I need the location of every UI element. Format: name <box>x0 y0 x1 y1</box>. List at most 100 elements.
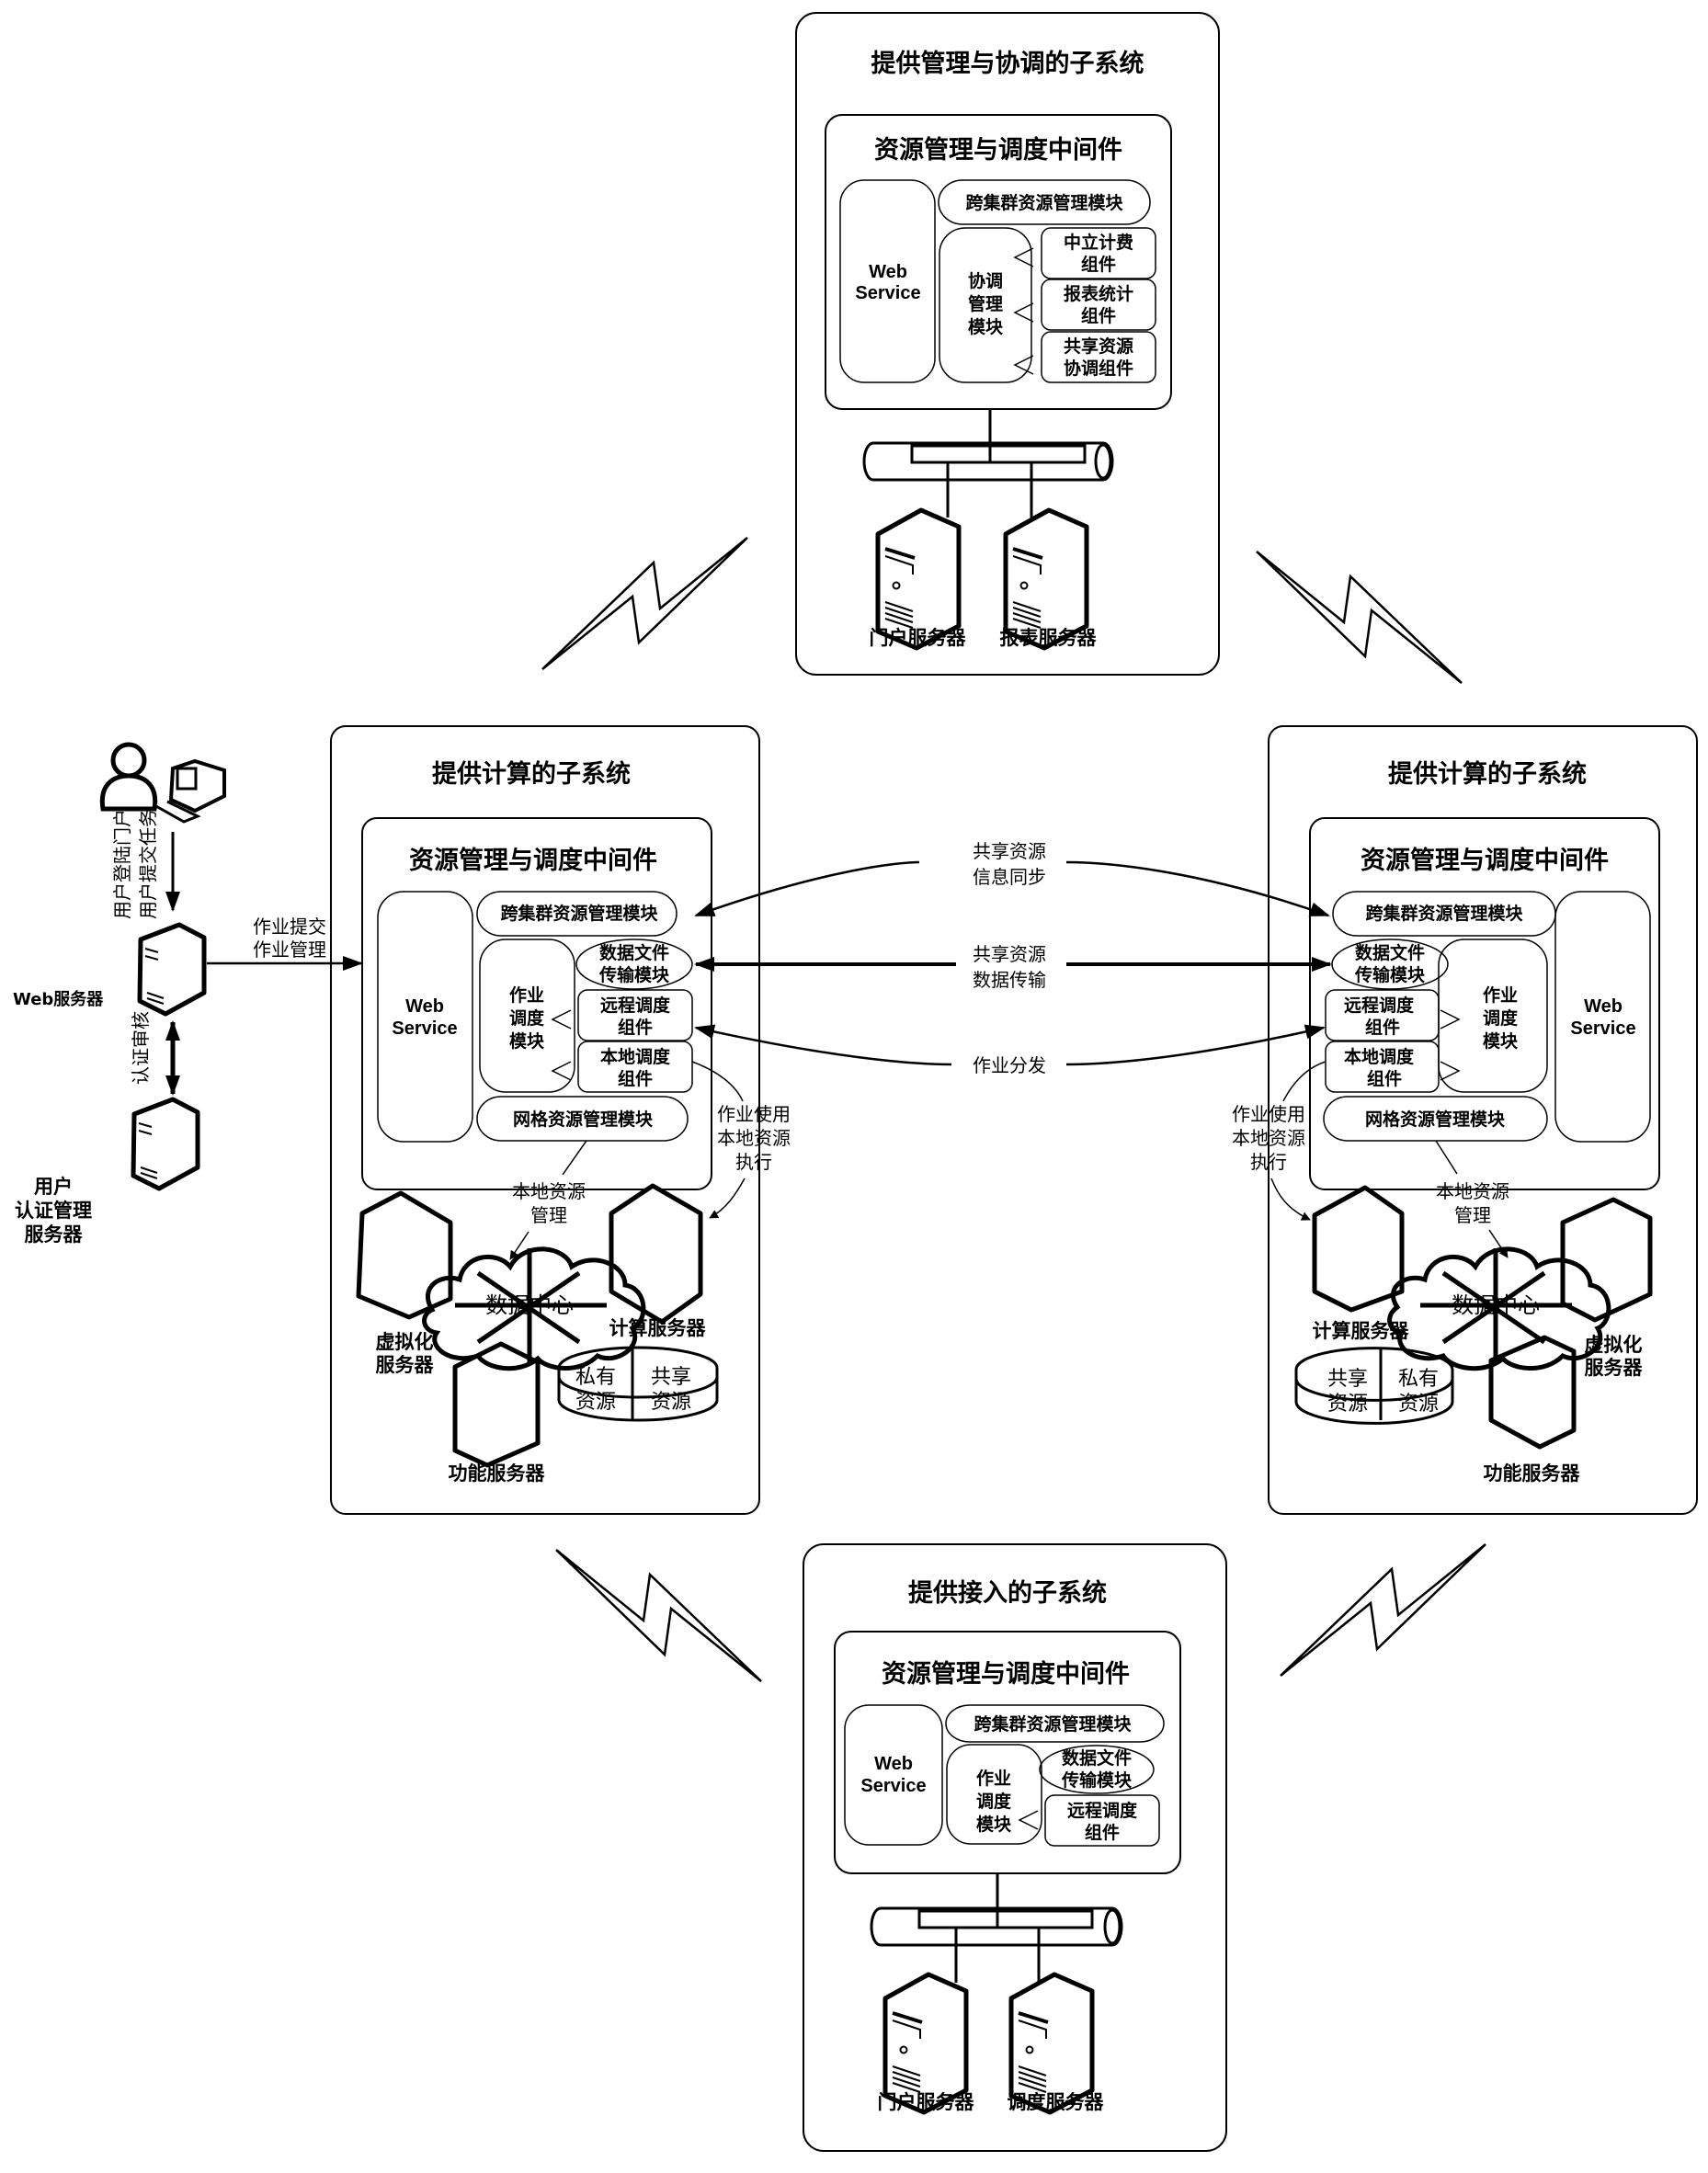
grid-module-label: 网格资源管理模块 <box>513 1109 654 1130</box>
web-service-label-2: Service <box>855 283 920 303</box>
subsystem-title: 提供计算的子系统 <box>432 759 631 789</box>
auth-server-label-2: 认证管理 <box>15 1200 92 1222</box>
cross-cluster-label: 跨集群资源管理模块 <box>965 192 1123 213</box>
private-resource-label-1: 私有 <box>1398 1368 1439 1391</box>
remote-sched-label-1: 远程调度 <box>600 995 671 1016</box>
web-service-label-1: Web <box>405 996 444 1017</box>
web-service-label-1: Web <box>874 1754 913 1774</box>
virt-server-label-1: 虚拟化 <box>1585 1334 1643 1356</box>
job-local-label-2: 本地资源 <box>1232 1127 1305 1149</box>
cross-cluster-label: 跨集群资源管理模块 <box>1365 903 1523 924</box>
local-sched-label-1: 本地调度 <box>600 1046 671 1067</box>
sync-label-1: 共享资源 <box>973 840 1046 862</box>
architecture-diagram: 提供管理与协调的子系统 资源管理与调度中间件 Web Service 跨集群资源… <box>13 12 1698 2152</box>
shared-coord-label-1: 共享资源 <box>1064 336 1133 357</box>
remote-sched-label-2: 组件 <box>1365 1017 1400 1038</box>
virtualization-server-icon <box>356 1190 453 1320</box>
remote-sched-label-1: 远程调度 <box>1344 995 1415 1016</box>
cross-cluster-label: 跨集群资源管理模块 <box>974 1713 1132 1735</box>
job-local-label-1: 作业使用 <box>1232 1103 1305 1125</box>
subsystem-title: 提供管理与协调的子系统 <box>871 49 1144 78</box>
subsystem-compute-right: 提供计算的子系统 资源管理与调度中间件 跨集群资源管理模块 Web Servic… <box>1232 725 1698 1515</box>
auth-server-label-1: 用户 <box>34 1176 73 1198</box>
subsystem-management: 提供管理与协调的子系统 资源管理与调度中间件 Web Service 跨集群资源… <box>795 12 1220 676</box>
job-module-label-1: 作业 <box>976 1768 1011 1789</box>
coordination-label-1: 协调 <box>968 270 1003 291</box>
report-server-label: 报表服务器 <box>1000 627 1098 649</box>
private-resource-label-1: 私有 <box>575 1366 616 1389</box>
virt-server-label-2: 服务器 <box>1585 1357 1644 1379</box>
compute-server-label: 计算服务器 <box>609 1317 707 1339</box>
job-module-label-1: 作业 <box>509 984 544 1006</box>
remote-sched-label-2: 组件 <box>618 1017 653 1038</box>
auth-label: 认证审核 <box>130 1011 152 1085</box>
subsystem-compute-left: 提供计算的子系统 资源管理与调度中间件 Web Service 跨集群资源管理模… <box>330 725 791 1515</box>
shared-resource-label-1: 共享 <box>651 1366 691 1389</box>
report-label-2: 组件 <box>1081 305 1116 326</box>
shared-resource-label-1: 共享 <box>1327 1368 1368 1391</box>
data-transfer-label-2: 传输模块 <box>598 964 670 985</box>
compute-server-icon <box>609 1183 703 1325</box>
coordination-label-2: 管理 <box>968 293 1003 314</box>
shared-resource-label-2: 资源 <box>651 1391 691 1414</box>
private-resource-label-2: 资源 <box>1398 1393 1439 1416</box>
function-server-label: 功能服务器 <box>449 1462 546 1485</box>
middleware-title: 资源管理与调度中间件 <box>409 846 657 875</box>
wireless-link-icon <box>541 536 749 671</box>
job-local-label-2: 本地资源 <box>717 1127 791 1149</box>
data-transfer-label-1: 数据文件 <box>1355 942 1425 963</box>
data-center-label: 数据中心 <box>485 1292 574 1318</box>
middleware-title: 资源管理与调度中间件 <box>1361 846 1609 875</box>
private-resource-label-2: 资源 <box>575 1391 616 1414</box>
auth-server-label-3: 服务器 <box>25 1223 84 1246</box>
local-sched-label-1: 本地调度 <box>1344 1046 1415 1067</box>
sync-label-2: 信息同步 <box>973 866 1046 888</box>
job-module-label-2: 调度 <box>509 1007 545 1029</box>
portal-server-label: 门户服务器 <box>870 627 967 649</box>
local-sched-label-2: 组件 <box>618 1068 653 1089</box>
virt-server-label-2: 服务器 <box>376 1354 435 1376</box>
coordination-label-3: 模块 <box>968 316 1004 337</box>
submit-label: 用户提交任务 <box>137 809 159 919</box>
subsystem-title: 提供接入的子系统 <box>908 1578 1107 1608</box>
transfer-label-1: 共享资源 <box>973 943 1046 965</box>
web-service-label-2: Service <box>860 1776 926 1796</box>
billing-label-2: 组件 <box>1081 254 1116 275</box>
subsystem-title: 提供计算的子系统 <box>1388 759 1587 789</box>
web-server-icon <box>137 922 207 1017</box>
data-transfer-label-2: 传输模块 <box>1354 964 1426 985</box>
local-sched-label-2: 组件 <box>1367 1068 1402 1089</box>
billing-label-1: 中立计费 <box>1064 232 1133 253</box>
wireless-link-icon <box>555 1549 762 1682</box>
web-service-label-2: Service <box>1570 1018 1635 1039</box>
function-server-label: 功能服务器 <box>1484 1462 1581 1485</box>
job-module-label-2: 调度 <box>1483 1007 1519 1029</box>
remote-sched-label-1: 远程调度 <box>1067 1800 1138 1821</box>
web-service-label-2: Service <box>392 1018 457 1039</box>
local-mgmt-label-1: 本地资源 <box>1436 1180 1509 1202</box>
job-module-label-2: 调度 <box>976 1791 1012 1812</box>
compute-server-icon <box>1312 1185 1405 1313</box>
cross-cluster-label: 跨集群资源管理模块 <box>500 903 658 924</box>
data-transfer-label-2: 传输模块 <box>1061 1769 1133 1791</box>
grid-module-label: 网格资源管理模块 <box>1365 1109 1506 1130</box>
middleware-title: 资源管理与调度中间件 <box>874 135 1122 165</box>
remote-sched-label-2: 组件 <box>1085 1822 1120 1843</box>
job-submit-label-2: 作业管理 <box>253 939 326 961</box>
portal-server-label: 门户服务器 <box>878 2091 975 2113</box>
shared-coord-label-2: 协调组件 <box>1064 358 1133 379</box>
report-label-1: 报表统计 <box>1064 283 1133 304</box>
job-submit-label-1: 作业提交 <box>253 916 326 938</box>
job-local-label-3: 执行 <box>735 1151 772 1173</box>
web-server-label: Web服务器 <box>13 989 104 1009</box>
data-transfer-label-1: 数据文件 <box>1062 1747 1132 1769</box>
job-module-label-3: 模块 <box>976 1814 1012 1835</box>
job-module-label-1: 作业 <box>1483 984 1518 1006</box>
job-local-label-3: 执行 <box>1250 1151 1287 1173</box>
dispatch-label: 作业分发 <box>973 1054 1046 1076</box>
wireless-link-icon <box>1279 1542 1487 1678</box>
data-transfer-label-1: 数据文件 <box>599 942 669 963</box>
subsystem-access: 提供接入的子系统 资源管理与调度中间件 Web Service 跨集群资源管理模… <box>803 1543 1227 2152</box>
login-label: 用户登陆门户 <box>111 809 133 919</box>
auth-server-icon <box>131 1097 200 1191</box>
